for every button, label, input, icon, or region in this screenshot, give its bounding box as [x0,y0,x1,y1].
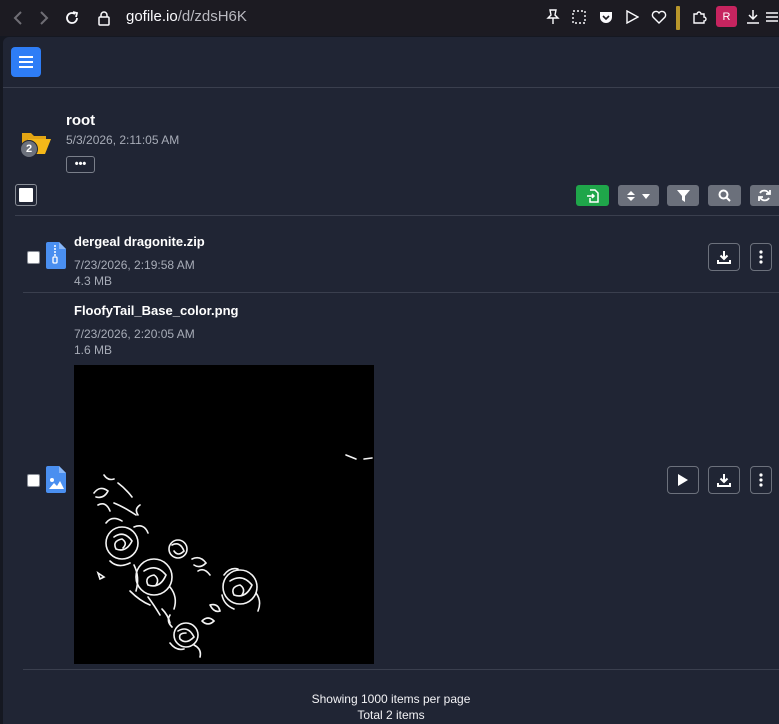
download-icon [717,251,731,264]
rose-artwork-image [93,454,373,658]
lock-icon[interactable] [94,8,114,28]
search-button[interactable] [708,185,741,206]
hamburger-menu-button[interactable] [11,47,41,77]
divider [15,215,779,216]
folder-date: 5/3/2026, 2:11:05 AM [66,133,180,147]
file-options-button[interactable] [750,243,772,271]
total-items-text: Total 2 items [357,708,425,722]
downloads-icon[interactable] [744,8,762,26]
file-size: 1.6 MB [74,343,113,357]
profile-avatar[interactable]: R [716,6,737,27]
zip-file-icon [46,242,66,269]
folder-options-button[interactable]: ••• [66,156,95,173]
kebab-icon [759,473,763,487]
toolbar-separator [676,6,680,30]
divider [23,669,779,670]
import-button[interactable] [576,185,609,206]
pin-icon[interactable] [544,8,562,26]
sort-icon [626,190,650,201]
divider [23,292,779,293]
address-bar[interactable]: gofile.io/d/zdsH6K [126,8,247,26]
file-import-icon [586,188,599,203]
pocket-icon[interactable] [597,8,615,26]
browser-toolbar: gofile.io/d/zdsH6K R [0,0,779,36]
file-name[interactable]: FloofyTail_Base_color.png [74,303,238,318]
forward-icon[interactable] [34,8,54,28]
kebab-icon [759,250,763,264]
reload-icon[interactable] [62,8,82,28]
back-icon[interactable] [8,8,28,28]
image-file-icon [46,466,66,493]
refresh-icon [758,189,771,202]
items-per-page-text: Showing 1000 items per page [311,692,471,706]
play-icon [678,474,688,486]
download-button[interactable] [708,466,740,494]
filter-icon [676,189,690,202]
play-button[interactable] [667,466,699,494]
file-name[interactable]: dergeal dragonite.zip [74,234,205,249]
search-icon [718,189,731,202]
url-host: gofile.io [126,8,178,25]
file-size: 4.3 MB [74,274,113,288]
file-checkbox[interactable] [27,251,40,264]
divider [3,87,779,88]
file-checkbox[interactable] [27,474,40,487]
filter-button[interactable] [667,185,699,206]
select-all-checkbox[interactable] [15,184,37,206]
hamburger-icon [19,56,33,68]
menu-overflow-icon[interactable] [764,8,778,26]
item-count-badge: 2 [20,140,38,158]
sort-button[interactable] [618,185,659,206]
file-date: 7/23/2026, 2:19:58 AM [74,258,195,272]
file-date: 7/23/2026, 2:20:05 AM [74,327,195,341]
download-icon [717,474,731,487]
file-options-button[interactable] [750,466,772,494]
extensions-icon[interactable] [690,8,708,26]
url-path: /d/zdsH6K [177,8,247,25]
download-button[interactable] [708,243,740,271]
screenshot-icon[interactable] [570,8,588,26]
send-icon[interactable] [623,8,641,26]
heart-icon[interactable] [650,8,668,26]
refresh-button[interactable] [750,185,779,206]
image-preview[interactable] [74,365,374,664]
folder-title: root [66,112,96,129]
gofile-panel: 2 root 5/3/2026, 2:11:05 AM ••• dergeal … [3,37,779,724]
